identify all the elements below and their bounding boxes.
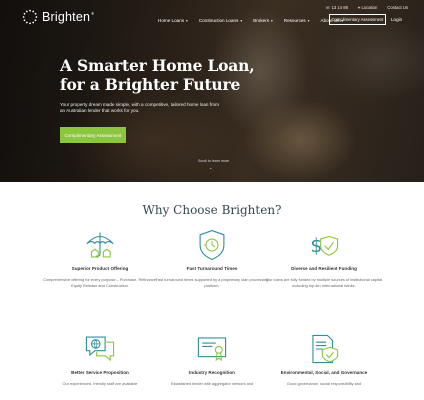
feature-card: Better Service Proposition Our experienc… bbox=[40, 332, 160, 387]
feature-description: Comprehensive offering for every purpose… bbox=[42, 277, 158, 288]
nav-item-construction-loans[interactable]: Construction Loans ▾ bbox=[199, 18, 242, 23]
nav-item-label: Brokers bbox=[253, 18, 269, 23]
brand-logo[interactable]: Brighten ® bbox=[22, 9, 94, 25]
feature-description: Fast turnaround times supported by a pro… bbox=[155, 277, 269, 288]
feature-description: Our loans are fully funded by multiple s… bbox=[265, 277, 383, 288]
document-check-icon bbox=[312, 334, 339, 364]
section-title: Why Choose Brighten? bbox=[142, 203, 282, 217]
feature-description: Good governance, social responsibility a… bbox=[286, 381, 362, 386]
chat-bubbles-icon bbox=[85, 336, 115, 362]
feature-title: Better Service Proposition bbox=[71, 370, 129, 375]
hero-subtitle: Your property dream made simple, with a … bbox=[60, 102, 219, 114]
phone-number: 13 14 88 bbox=[331, 5, 348, 10]
nav-item-label: Home Loans bbox=[158, 18, 185, 23]
sun-logo-icon bbox=[22, 9, 38, 25]
feature-title: Environmental, Social, and Governance bbox=[280, 370, 368, 375]
feature-card: Industry Recognition Established lender … bbox=[152, 332, 272, 387]
nav-item-resources[interactable]: Resources ▾ bbox=[284, 18, 310, 23]
hero-title-line-1: A Smarter Home Loan, bbox=[60, 56, 255, 75]
nav-item-brokers[interactable]: Brokers ▾ bbox=[253, 18, 273, 23]
feature-card: $ Diverse and Resilient Funding Our loan… bbox=[264, 228, 384, 288]
feature-title: Superior Product Offering bbox=[71, 266, 129, 271]
feature-title: Diverse and Resilient Funding bbox=[291, 266, 357, 271]
feature-card: Superior Product Offering Comprehensive … bbox=[40, 228, 160, 288]
hero-assessment-button[interactable]: Complimentary Assessment bbox=[60, 127, 126, 143]
feature-title: Industry Recognition bbox=[189, 370, 235, 375]
feature-description: Our experienced, friendly staff are avai… bbox=[62, 381, 138, 386]
nav-item-label: Resources bbox=[283, 18, 306, 23]
trademark-symbol: ® bbox=[91, 10, 95, 16]
brand-name: Brighten bbox=[42, 10, 91, 24]
login-link[interactable]: Login bbox=[391, 17, 402, 22]
chevron-down-icon: ▾ bbox=[271, 18, 273, 23]
feature-card: Environmental, Social, and Governance Go… bbox=[264, 332, 384, 387]
hero-title-line-2: for a Brighter Future bbox=[60, 75, 241, 94]
chevron-down-icon[interactable]: ⌄ bbox=[209, 165, 212, 170]
feature-title: Fast Turnaround Times bbox=[186, 266, 238, 271]
chevron-down-icon: ▾ bbox=[186, 18, 188, 23]
nav-item-label: Construction Loans bbox=[198, 18, 239, 23]
nav-item-home-loans[interactable]: Home Loans ▾ bbox=[158, 18, 188, 23]
utility-bar: ☏ 13 14 88 ⌖ Location Contact Us bbox=[325, 5, 408, 10]
chevron-down-icon: ▾ bbox=[240, 18, 243, 23]
umbrella-icon bbox=[86, 232, 114, 258]
hero-banner: Brighten ® ☏ 13 14 88 ⌖ Location Contact… bbox=[0, 0, 424, 182]
feature-card: Fast Turnaround Times Fast turnaround ti… bbox=[152, 228, 272, 288]
location-link[interactable]: ⌖ Location bbox=[358, 5, 377, 10]
dollar-shield-icon: $ bbox=[310, 236, 339, 257]
contact-link[interactable]: Contact Us bbox=[387, 5, 408, 10]
scroll-hint[interactable]: Scroll to learn more bbox=[198, 159, 229, 163]
main-nav: Home Loans ▾ Construction Loans ▾ Brokers ▾… bbox=[158, 18, 343, 23]
nav-assessment-button[interactable]: Complimentary Assessment bbox=[329, 14, 386, 25]
shield-timer-icon bbox=[199, 229, 225, 261]
certificate-icon bbox=[197, 337, 227, 362]
hero-title: A Smarter Home Loan, for a Brighter Futu… bbox=[60, 56, 280, 94]
phone-link[interactable]: ☏ 13 14 88 bbox=[325, 5, 348, 10]
chevron-down-icon: ▾ bbox=[307, 18, 310, 23]
location-label: Location bbox=[361, 5, 378, 10]
feature-description: Established lender with aggregator netwo… bbox=[170, 381, 254, 386]
